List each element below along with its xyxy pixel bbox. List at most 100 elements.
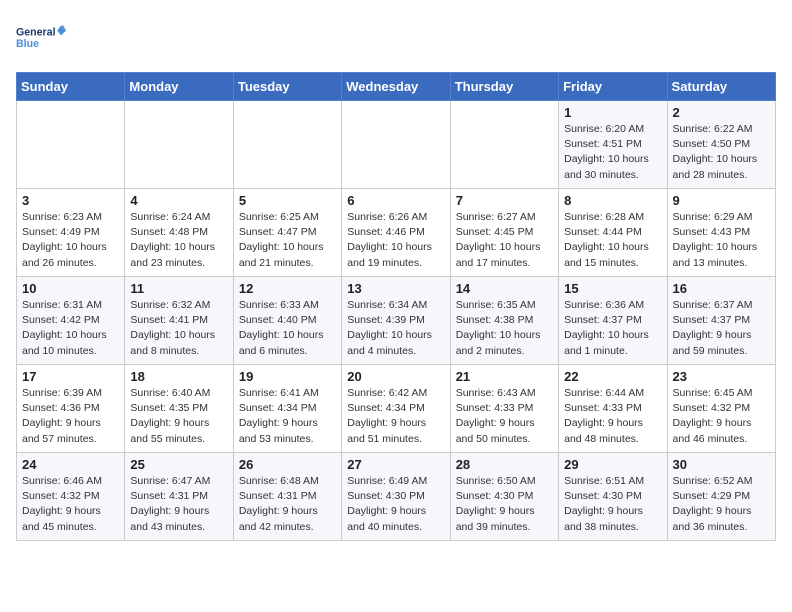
day-number: 9 [673,193,770,208]
calendar-day-cell: 20 Sunrise: 6:42 AM Sunset: 4:34 PM Dayli… [342,365,450,453]
day-number: 16 [673,281,770,296]
day-number: 15 [564,281,661,296]
day-info: Sunrise: 6:52 AM Sunset: 4:29 PM Dayligh… [673,474,770,535]
day-info: Sunrise: 6:48 AM Sunset: 4:31 PM Dayligh… [239,474,336,535]
day-number: 2 [673,105,770,120]
day-number: 8 [564,193,661,208]
day-number: 24 [22,457,119,472]
calendar-table: SundayMondayTuesdayWednesdayThursdayFrid… [16,72,776,541]
day-info: Sunrise: 6:46 AM Sunset: 4:32 PM Dayligh… [22,474,119,535]
calendar-day-cell: 12 Sunrise: 6:33 AM Sunset: 4:40 PM Dayli… [233,277,341,365]
day-number: 17 [22,369,119,384]
calendar-week-row: 17 Sunrise: 6:39 AM Sunset: 4:36 PM Dayli… [17,365,776,453]
day-info: Sunrise: 6:36 AM Sunset: 4:37 PM Dayligh… [564,298,661,359]
empty-day-cell [342,101,450,189]
calendar-day-cell: 8 Sunrise: 6:28 AM Sunset: 4:44 PM Daylig… [559,189,667,277]
calendar-day-cell: 13Sunrise: 6:34 AM Sunset: 4:39 PM Dayli… [342,277,450,365]
day-info: Sunrise: 6:28 AM Sunset: 4:44 PM Dayligh… [564,210,661,271]
day-number: 20 [347,369,444,384]
day-info: Sunrise: 6:40 AM Sunset: 4:35 PM Dayligh… [130,386,227,447]
calendar-day-cell: 10 Sunrise: 6:31 AM Sunset: 4:42 PM Dayli… [17,277,125,365]
day-info: Sunrise: 6:41 AM Sunset: 4:34 PM Dayligh… [239,386,336,447]
day-number: 23 [673,369,770,384]
calendar-day-cell: 7 Sunrise: 6:27 AM Sunset: 4:45 PM Daylig… [450,189,558,277]
weekday-header-tuesday: Tuesday [233,73,341,101]
day-number: 19 [239,369,336,384]
calendar-week-row: 24 Sunrise: 6:46 AM Sunset: 4:32 PM Dayli… [17,453,776,541]
day-number: 10 [22,281,119,296]
calendar-day-cell: 9 Sunrise: 6:29 AM Sunset: 4:43 PM Daylig… [667,189,775,277]
day-info: Sunrise: 6:45 AM Sunset: 4:32 PM Dayligh… [673,386,770,447]
day-number: 26 [239,457,336,472]
day-number: 25 [130,457,227,472]
day-info: Sunrise: 6:44 AM Sunset: 4:33 PM Dayligh… [564,386,661,447]
calendar-day-cell: 14 Sunrise: 6:35 AM Sunset: 4:38 PM Dayli… [450,277,558,365]
day-number: 14 [456,281,553,296]
day-info: Sunrise: 6:42 AM Sunset: 4:34 PM Dayligh… [347,386,444,447]
day-number: 4 [130,193,227,208]
empty-day-cell [450,101,558,189]
day-info: Sunrise: 6:26 AM Sunset: 4:46 PM Dayligh… [347,210,444,271]
empty-day-cell [17,101,125,189]
calendar-day-cell: 2 Sunrise: 6:22 AM Sunset: 4:50 PM Daylig… [667,101,775,189]
logo-svg: General Blue [16,16,66,60]
calendar-day-cell: 21Sunrise: 6:43 AM Sunset: 4:33 PM Dayli… [450,365,558,453]
weekday-header-friday: Friday [559,73,667,101]
day-info: Sunrise: 6:22 AM Sunset: 4:50 PM Dayligh… [673,122,770,183]
calendar-day-cell: 28Sunrise: 6:50 AM Sunset: 4:30 PM Dayli… [450,453,558,541]
svg-text:Blue: Blue [16,38,39,50]
day-number: 27 [347,457,444,472]
day-info: Sunrise: 6:33 AM Sunset: 4:40 PM Dayligh… [239,298,336,359]
day-number: 11 [130,281,227,296]
calendar-day-cell: 5Sunrise: 6:25 AM Sunset: 4:47 PM Daylig… [233,189,341,277]
day-info: Sunrise: 6:20 AM Sunset: 4:51 PM Dayligh… [564,122,661,183]
day-number: 12 [239,281,336,296]
day-info: Sunrise: 6:37 AM Sunset: 4:37 PM Dayligh… [673,298,770,359]
calendar-day-cell: 1 Sunrise: 6:20 AM Sunset: 4:51 PM Daylig… [559,101,667,189]
calendar-day-cell: 16 Sunrise: 6:37 AM Sunset: 4:37 PM Dayli… [667,277,775,365]
day-info: Sunrise: 6:39 AM Sunset: 4:36 PM Dayligh… [22,386,119,447]
weekday-header-monday: Monday [125,73,233,101]
day-number: 3 [22,193,119,208]
weekday-header-row: SundayMondayTuesdayWednesdayThursdayFrid… [17,73,776,101]
day-info: Sunrise: 6:47 AM Sunset: 4:31 PM Dayligh… [130,474,227,535]
day-info: Sunrise: 6:27 AM Sunset: 4:45 PM Dayligh… [456,210,553,271]
day-number: 1 [564,105,661,120]
day-info: Sunrise: 6:43 AM Sunset: 4:33 PM Dayligh… [456,386,553,447]
weekday-header-sunday: Sunday [17,73,125,101]
day-info: Sunrise: 6:23 AM Sunset: 4:49 PM Dayligh… [22,210,119,271]
weekday-header-wednesday: Wednesday [342,73,450,101]
day-number: 22 [564,369,661,384]
calendar-day-cell: 15 Sunrise: 6:36 AM Sunset: 4:37 PM Dayli… [559,277,667,365]
empty-day-cell [125,101,233,189]
calendar-day-cell: 29 Sunrise: 6:51 AM Sunset: 4:30 PM Dayli… [559,453,667,541]
calendar-day-cell: 25 Sunrise: 6:47 AM Sunset: 4:31 PM Dayli… [125,453,233,541]
day-number: 28 [456,457,553,472]
calendar-day-cell: 27 Sunrise: 6:49 AM Sunset: 4:30 PM Dayli… [342,453,450,541]
weekday-header-thursday: Thursday [450,73,558,101]
calendar-day-cell: 17 Sunrise: 6:39 AM Sunset: 4:36 PM Dayli… [17,365,125,453]
calendar-week-row: 3 Sunrise: 6:23 AM Sunset: 4:49 PM Daylig… [17,189,776,277]
day-info: Sunrise: 6:29 AM Sunset: 4:43 PM Dayligh… [673,210,770,271]
day-number: 29 [564,457,661,472]
calendar-day-cell: 3 Sunrise: 6:23 AM Sunset: 4:49 PM Daylig… [17,189,125,277]
empty-day-cell [233,101,341,189]
day-number: 13 [347,281,444,296]
calendar-day-cell: 23 Sunrise: 6:45 AM Sunset: 4:32 PM Dayli… [667,365,775,453]
page-header: General Blue [16,16,776,60]
calendar-day-cell: 24 Sunrise: 6:46 AM Sunset: 4:32 PM Dayli… [17,453,125,541]
calendar-day-cell: 30Sunrise: 6:52 AM Sunset: 4:29 PM Dayli… [667,453,775,541]
day-number: 18 [130,369,227,384]
day-info: Sunrise: 6:35 AM Sunset: 4:38 PM Dayligh… [456,298,553,359]
day-number: 5 [239,193,336,208]
day-info: Sunrise: 6:51 AM Sunset: 4:30 PM Dayligh… [564,474,661,535]
day-info: Sunrise: 6:49 AM Sunset: 4:30 PM Dayligh… [347,474,444,535]
calendar-day-cell: 22 Sunrise: 6:44 AM Sunset: 4:33 PM Dayli… [559,365,667,453]
calendar-week-row: 1 Sunrise: 6:20 AM Sunset: 4:51 PM Daylig… [17,101,776,189]
calendar-day-cell: 4Sunrise: 6:24 AM Sunset: 4:48 PM Daylig… [125,189,233,277]
day-number: 6 [347,193,444,208]
svg-text:General: General [16,27,56,39]
day-number: 7 [456,193,553,208]
logo: General Blue [16,16,66,60]
day-info: Sunrise: 6:31 AM Sunset: 4:42 PM Dayligh… [22,298,119,359]
